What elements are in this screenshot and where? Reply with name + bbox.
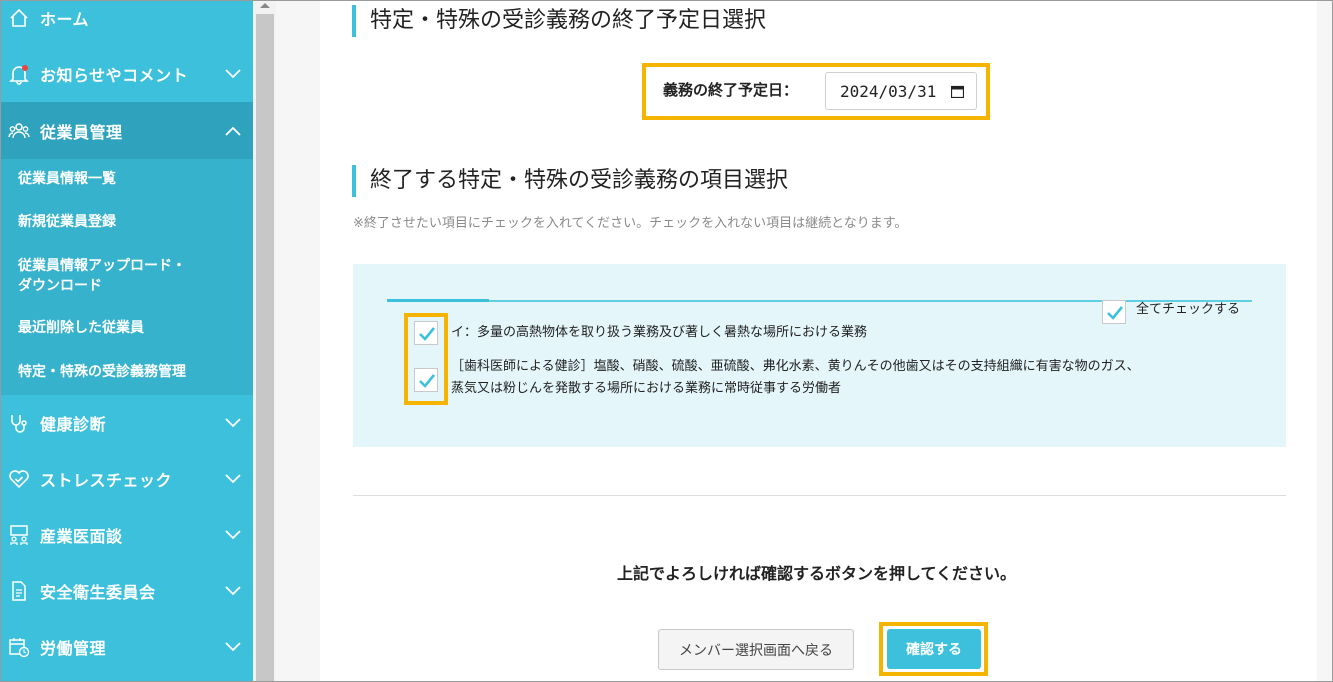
chevron-down-icon [225,69,241,79]
end-date-input[interactable]: 2024/03/31 [825,72,977,110]
check-all-label: 全てチェックする [1136,302,1241,317]
chevron-down-icon [225,418,241,428]
calendar-icon[interactable] [951,85,964,98]
item2-checkbox[interactable] [414,368,438,392]
check-icon [1107,306,1124,320]
chevron-down-icon [225,586,241,596]
calendar-clock-icon [9,638,30,658]
people-icon [8,122,30,138]
check-icon [419,374,436,388]
check-icon [419,327,436,341]
nav-home-label: ホーム [40,10,90,29]
scroll-up-arrow-icon[interactable] [259,0,271,10]
nav-home[interactable]: ホーム [0,0,253,46]
confirm-message: 上記でよろしければ確認するボタンを押してください。 [616,564,1017,583]
sub-upload-download-line2: ダウンロード [18,278,102,294]
stethoscope-icon [11,415,27,433]
home-icon [10,8,28,27]
nav-labor-label: 労働管理 [40,639,107,658]
chevron-down-icon [225,530,241,540]
meeting-icon [10,525,28,545]
nav-stress[interactable]: ストレスチェック [0,451,253,507]
chevron-down-icon [225,642,241,652]
nav-employees-label: 従業員管理 [40,122,123,142]
section-title-items: 終了する特定・特殊の受診義務の項目選択 [352,165,788,197]
sub-upload-download-line1: 従業員情報アップロード・ [18,258,186,274]
sub-upload-download[interactable]: 従業員情報アップロード・ ダウンロード [18,256,186,296]
nav-health[interactable]: 健康診断 [0,395,253,451]
employees-submenu: 従業員情報一覧 新規従業員登録 従業員情報アップロード・ ダウンロード 最近削除… [0,159,253,395]
sub-new-employee[interactable]: 新規従業員登録 [18,212,116,232]
divider [353,495,1286,496]
end-date-value: 2024/03/31 [840,81,937,101]
nav-doctor[interactable]: 産業医面談 [0,507,253,563]
end-date-label: 義務の終了予定日： [663,81,799,99]
bell-icon [9,65,29,85]
nav-doctor-label: 産業医面談 [40,527,123,546]
confirm-button[interactable]: 確認する [887,629,981,669]
item2-label-line1: ［歯科医師による健診］塩酸、硝酸、硫酸、亜硫酸、弗化水素、黄りんその他歯又はその… [451,359,1140,374]
nav-health-label: 健康診断 [40,415,107,434]
sub-recently-deleted[interactable]: 最近削除した従業員 [18,318,144,338]
item2-label: ［歯科医師による健診］塩酸、硝酸、硫酸、亜硫酸、弗化水素、黄りんその他歯又はその… [451,356,1140,400]
nav-news[interactable]: お知らせやコメント [0,46,253,102]
items-note: ※終了させたい項目にチェックを入れてください。チェックを入れない項目は継続となり… [353,216,908,231]
sub-special-exam[interactable]: 特定・特殊の受診義務管理 [18,362,186,382]
item1-checkbox[interactable] [414,321,438,345]
section-title-end-date: 特定・特殊の受診義務の終了予定日選択 [352,5,766,37]
nav-stress-label: ストレスチェック [40,471,173,490]
item1-label: イ：多量の高熱物体を取り扱う業務及び著しく暑熱な場所における業務 [451,325,868,340]
chevron-down-icon [225,474,241,484]
back-to-member-select-button[interactable]: メンバー選択画面へ戻る [658,629,854,670]
nav-employees[interactable]: 従業員管理 [0,102,253,159]
chevron-up-icon [225,126,241,136]
sub-employee-list[interactable]: 従業員情報一覧 [18,169,116,189]
check-all-checkbox[interactable] [1102,300,1126,324]
nav-news-label: お知らせやコメント [40,66,189,85]
panel-line-accent [387,299,489,302]
heart-check-icon [9,470,29,489]
nav-labor[interactable]: 労働管理 [0,619,253,675]
item2-label-line2: 蒸気又は粉じんを発散する場所における業務に常時従事する労働者 [451,381,842,396]
